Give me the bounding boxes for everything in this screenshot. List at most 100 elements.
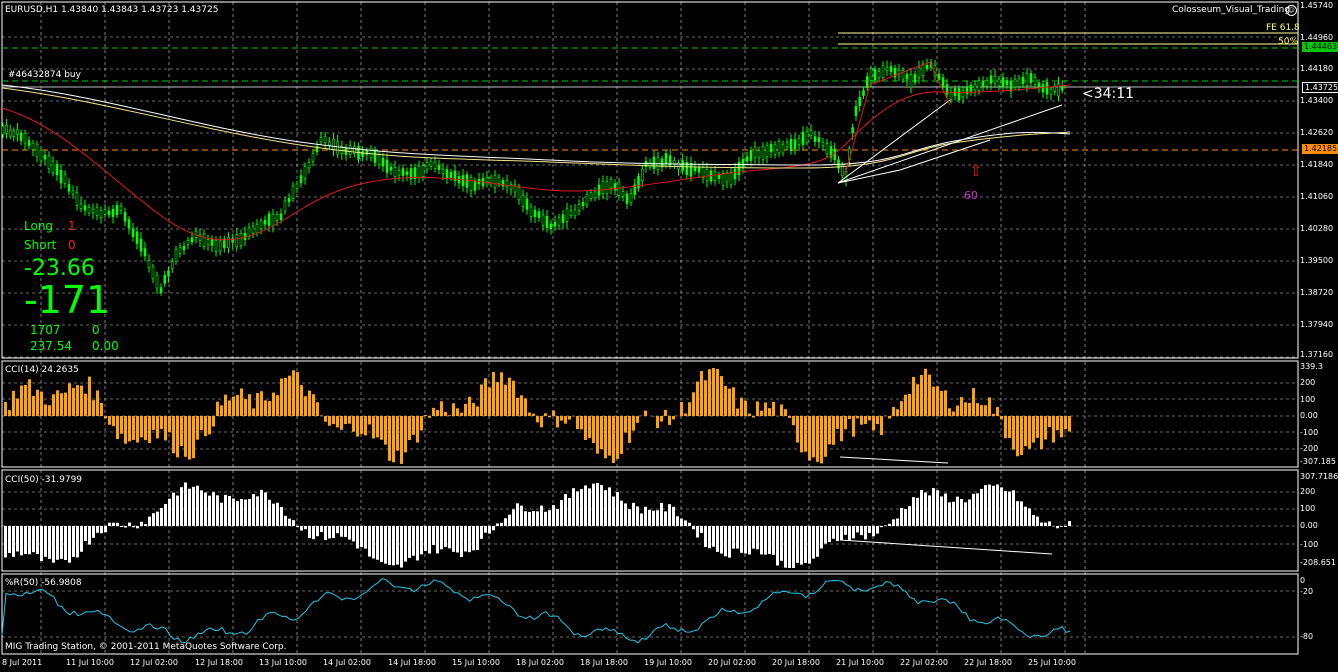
cci50-bar [592,483,595,526]
cci50-bar [848,526,851,541]
candle-body [941,77,945,89]
cci50-bar [508,514,511,526]
cci50-bar [512,509,515,526]
wpr-label: %R(50) -56.9808 [5,578,82,588]
cci14-bar [152,416,155,430]
candle-body [159,287,163,293]
candle-body [485,176,489,183]
chart-canvas[interactable] [0,0,1338,672]
candle-body [202,233,206,247]
pattern-line [837,104,1063,184]
candle-body [119,206,123,211]
cci14-bar [1028,416,1031,449]
cci14-bar [880,416,883,436]
cci50-bar [740,526,743,553]
cci50-bar [548,510,551,526]
candle-body [319,137,323,143]
cci14-bar [500,372,503,416]
cci14-bar [684,413,687,416]
cci14-bar [360,416,363,434]
candle-body [621,191,625,197]
candle-body [218,240,222,252]
price-tag-current: 1.43725 [1302,82,1338,93]
candle-body [973,83,977,91]
cci14-bar [28,379,31,416]
candle-body [210,238,214,246]
cci50-bar [1000,487,1003,526]
cci50-bar [224,494,227,526]
candle-body [885,67,889,72]
candle-body [465,174,469,188]
cci14-bar [596,416,599,454]
cci50-bar [412,526,415,556]
wpr-line [1,578,1071,644]
cci50-bar [964,502,967,526]
candle-body [437,164,441,170]
cci50-bar [24,526,27,555]
cci50-bar [608,487,611,526]
cci50-bar [600,485,603,526]
cci50-bar [308,526,311,539]
cci14-bar [504,384,507,416]
cci14-bar [244,399,247,416]
cci50-bar [448,526,451,549]
cci50-bar [852,526,855,539]
cci50-bar [160,507,163,526]
cci50-label: CCI(50) -31.9799 [5,475,83,485]
cci50-bar [332,526,335,538]
candle-body [889,66,893,72]
cci50-bar [956,496,959,526]
price-tag-green: 1.44463 [1302,42,1338,52]
candle-body [609,179,613,189]
candle-body [23,132,27,144]
cci50-bar [768,526,771,555]
candle-body [765,145,769,157]
cci14-tick: 100 [1300,395,1316,404]
cci50-bar [616,491,619,526]
stat-row1-left: 1707 [30,323,61,337]
cci14-bar [512,380,515,416]
cci50-bar [772,526,775,555]
cci14-bar [752,416,755,418]
candle-body [27,140,31,147]
time-tick: 19 Jul 10:00 [644,658,692,667]
cci50-bar [516,503,519,526]
candle-body [809,130,813,136]
candle-body [858,96,862,106]
candle-body [541,214,545,226]
candle-body [16,129,19,135]
time-tick: 22 Jul 02:00 [900,658,948,667]
cci50-bar [488,526,491,534]
candle-body [473,180,477,191]
candle-body [47,155,51,169]
cci50-bar [688,522,691,526]
cci50-bar [392,526,395,566]
candle-body [797,138,801,145]
candle-body [429,160,433,167]
cci50-bar [604,490,607,526]
cci50-bar [900,507,903,526]
candle-body [1053,86,1057,92]
cci14-bar [960,397,963,416]
cci50-bar [668,504,671,526]
candle-body [239,233,243,246]
cci14-bar [672,416,675,420]
cci50-bar [760,526,763,555]
price-tick: 1.39500 [1300,256,1334,265]
candle-body [127,219,131,229]
candle-body [577,204,581,211]
cci50-bar [432,526,435,545]
cci14-bar [300,385,303,416]
cci14-bar [272,392,275,416]
candle-body [1037,82,1041,88]
cci14-bar [312,394,315,416]
cci50-bar [232,498,235,526]
candle-body [275,214,279,221]
candle-body [997,78,1001,87]
cci14-bar [864,416,867,424]
cci14-bar [364,416,367,436]
cci50-tick: 307.7186 [1300,472,1338,481]
cci50-bar [996,484,999,526]
candle-body [805,131,809,143]
cci14-bar [488,387,491,416]
